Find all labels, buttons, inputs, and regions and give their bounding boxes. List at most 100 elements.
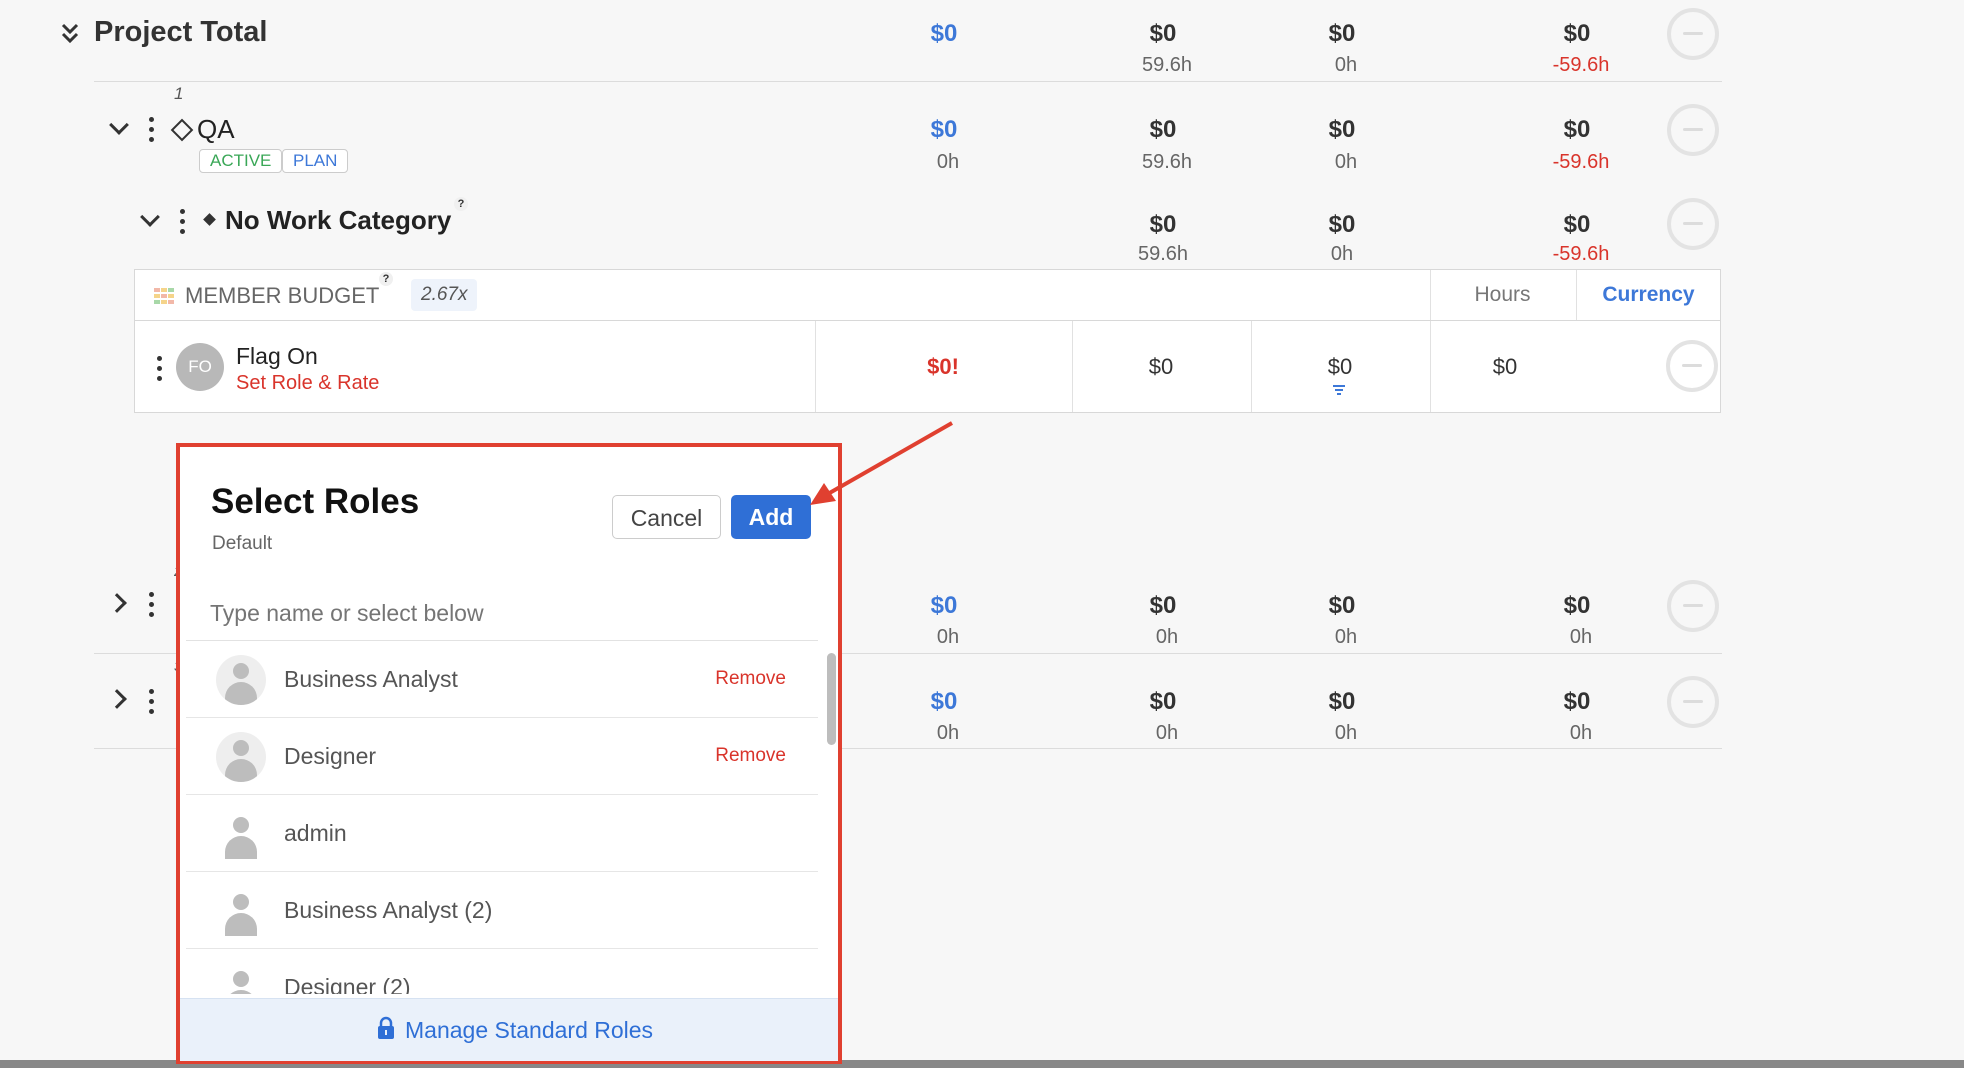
progress-circle[interactable] [1667, 198, 1719, 250]
phase-2-col4: $0 [1563, 592, 1591, 619]
diamond-filled-icon [203, 213, 216, 226]
user-icon [216, 732, 266, 782]
project-total-col3: $0 [1328, 20, 1356, 47]
progress-circle[interactable] [1666, 340, 1718, 392]
phase-3-col3: $0 [1328, 688, 1356, 715]
phase-3-col4-hours: 0h [1569, 722, 1593, 744]
remove-button[interactable]: Remove [715, 668, 786, 690]
category-menu-icon[interactable] [180, 209, 186, 239]
help-icon[interactable]: ? [379, 272, 393, 286]
phase-menu-icon[interactable] [149, 689, 155, 719]
project-total-col1: $0 [930, 20, 958, 47]
user-icon [216, 809, 266, 859]
scrollbar[interactable] [827, 653, 836, 745]
project-total-col3-hours: 0h [1334, 54, 1358, 76]
remove-button[interactable]: Remove [715, 745, 786, 767]
project-total-label: Project Total [94, 16, 268, 48]
lock-icon [376, 1016, 396, 1040]
phase-name[interactable]: QA [197, 114, 235, 145]
category-col2: $0 [1149, 211, 1177, 238]
progress-circle[interactable] [1667, 676, 1719, 728]
list-item[interactable]: Business Analyst (2) [186, 873, 818, 949]
collapse-all-icon[interactable] [60, 22, 80, 48]
phase-2-col4-hours: 0h [1569, 626, 1593, 648]
phase-2-col1-hours: 0h [936, 626, 960, 648]
toggle-currency-button[interactable]: Currency [1577, 283, 1720, 307]
progress-circle[interactable] [1667, 8, 1719, 60]
member-col4: $0 [1492, 354, 1518, 379]
list-item[interactable]: Business Analyst Remove [186, 642, 818, 718]
qa-col4: $0 [1563, 116, 1591, 143]
status-badge-plan: PLAN [282, 149, 349, 173]
manage-standard-roles-link[interactable]: Manage Standard Roles [405, 1017, 653, 1044]
list-item[interactable]: admin [186, 796, 818, 872]
phase-3-col2-hours: 0h [1155, 722, 1179, 744]
chevron-right-icon[interactable] [107, 593, 127, 613]
member-name: Flag On [236, 343, 318, 369]
role-name: Business Analyst (2) [284, 897, 493, 923]
category-col2-hours: 59.6h [1137, 243, 1189, 265]
phase-index: 1 [174, 84, 184, 103]
phase-menu-icon[interactable] [149, 592, 155, 622]
role-name: Designer (2) [284, 974, 411, 994]
select-roles-modal: Select Roles Default Cancel Add Business… [176, 443, 842, 1064]
divider [94, 81, 1722, 82]
phase-menu-icon[interactable] [149, 117, 155, 147]
set-role-rate-link[interactable]: Set Role & Rate [236, 372, 379, 395]
phase-2-col2-hours: 0h [1155, 626, 1179, 648]
member-menu-icon[interactable] [157, 356, 163, 386]
qa-col4-hours: -59.6h [1552, 151, 1610, 173]
modal-subtitle: Default [212, 533, 273, 554]
modal-title: Select Roles [211, 482, 420, 521]
phase-3-col1-hours: 0h [936, 722, 960, 744]
category-col3: $0 [1328, 211, 1356, 238]
qa-col2: $0 [1149, 116, 1177, 143]
avatar: FO [176, 343, 224, 391]
list-item[interactable]: Designer Remove [186, 719, 818, 795]
member-col3: $0 [1327, 354, 1353, 379]
user-icon [216, 655, 266, 705]
phase-3-col2: $0 [1149, 688, 1177, 715]
qa-col1-hours: 0h [936, 151, 960, 173]
member-budget-header: MEMBER BUDGET ? 2.67x Hours Currency [134, 269, 1721, 321]
category-col4: $0 [1563, 211, 1591, 238]
role-name: Designer [284, 743, 377, 769]
qa-col3-hours: 0h [1334, 151, 1358, 173]
chevron-down-icon[interactable] [109, 115, 129, 135]
member-col2: $0 [1148, 354, 1174, 379]
phase-2-col1: $0 [930, 592, 958, 619]
category-col3-hours: 0h [1330, 243, 1354, 265]
category-col4-hours: -59.6h [1552, 243, 1610, 265]
role-name: Business Analyst [284, 666, 458, 692]
annotation-arrow-icon [810, 421, 953, 505]
project-total-col2-hours: 59.6h [1141, 54, 1193, 76]
multiplier-badge: 2.67x [411, 279, 478, 311]
grid-icon [154, 288, 174, 304]
member-row: FO Flag On Set Role & Rate $0! $0 $0 $0 [134, 321, 1721, 413]
status-badge-active: ACTIVE [199, 149, 283, 173]
phase-2-col3-hours: 0h [1334, 626, 1358, 648]
progress-circle[interactable] [1667, 104, 1719, 156]
chevron-down-icon[interactable] [140, 207, 160, 227]
progress-circle[interactable] [1667, 580, 1719, 632]
qa-col1: $0 [930, 116, 958, 143]
role-search-input[interactable] [186, 587, 818, 641]
qa-col2-hours: 59.6h [1141, 151, 1193, 173]
modal-footer: Manage Standard Roles [180, 998, 838, 1061]
phase-2-col3: $0 [1328, 592, 1356, 619]
qa-col3: $0 [1328, 116, 1356, 143]
stack-icon [1332, 383, 1346, 395]
phase-3-col4: $0 [1563, 688, 1591, 715]
user-icon [216, 963, 266, 994]
phase-3-col1: $0 [930, 688, 958, 715]
help-icon[interactable]: ? [454, 197, 468, 211]
user-icon [216, 886, 266, 936]
chevron-right-icon[interactable] [107, 689, 127, 709]
role-name: admin [284, 820, 347, 846]
cancel-button[interactable]: Cancel [612, 495, 721, 539]
project-total-col4-hours: -59.6h [1552, 54, 1610, 76]
category-name: No Work Category [225, 205, 452, 235]
list-item[interactable]: Designer (2) [186, 950, 818, 994]
phase-3-col3-hours: 0h [1334, 722, 1358, 744]
toggle-hours-button[interactable]: Hours [1431, 283, 1574, 307]
